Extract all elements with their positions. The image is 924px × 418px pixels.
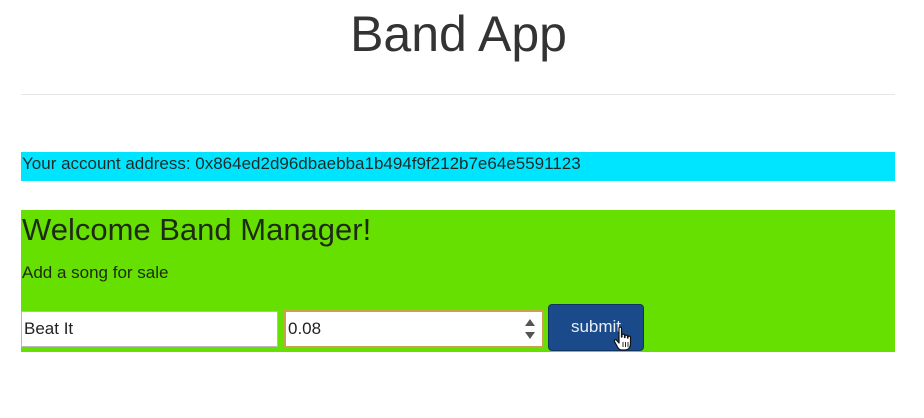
spinner-up-icon[interactable] (525, 319, 535, 326)
header-divider (21, 94, 895, 95)
submit-button[interactable]: submit (548, 304, 644, 351)
spinner-down-icon[interactable] (525, 332, 535, 339)
price-input[interactable] (286, 312, 516, 346)
welcome-heading: Welcome Band Manager! (22, 212, 372, 247)
add-song-subtitle: Add a song for sale (22, 263, 169, 282)
price-field[interactable] (284, 310, 544, 348)
page: Band App Your account address: 0x864ed2d… (0, 0, 924, 418)
price-spinner[interactable] (524, 316, 536, 342)
manager-panel: Welcome Band Manager! Add a song for sal… (21, 210, 895, 352)
account-address-bar: Your account address: 0x864ed2d96dbaebba… (21, 152, 895, 181)
song-name-input[interactable] (21, 311, 278, 347)
page-title: Band App (350, 6, 567, 62)
